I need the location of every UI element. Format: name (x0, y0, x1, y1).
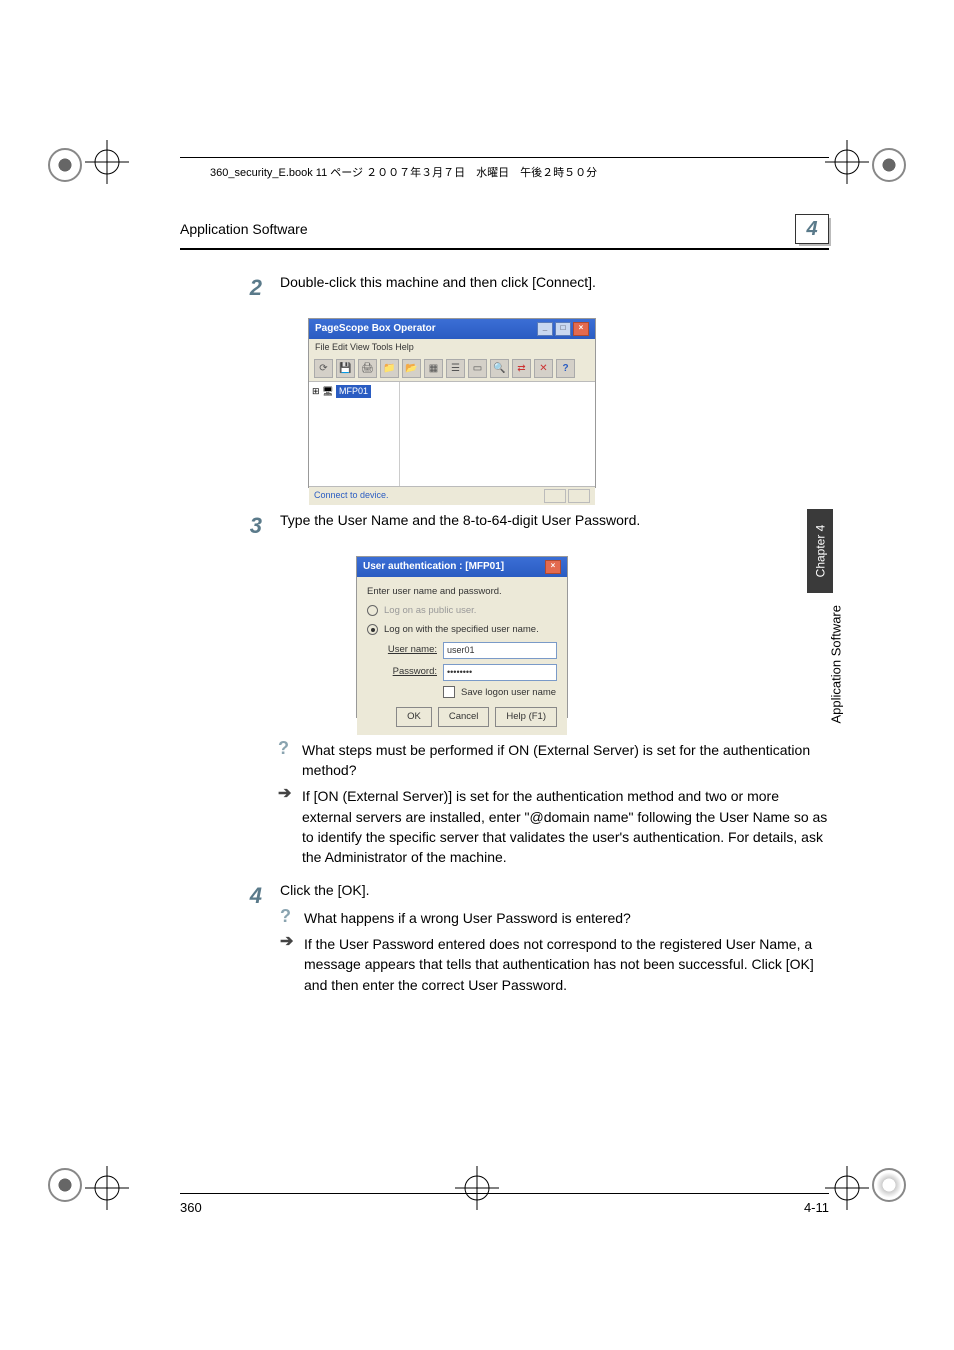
close-icon[interactable]: × (545, 560, 561, 574)
toolbar-icon[interactable]: 🖨 (358, 359, 377, 378)
ok-button[interactable]: OK (396, 707, 432, 727)
save-logon-checkbox[interactable] (443, 686, 455, 698)
password-input[interactable]: •••••••• (443, 664, 557, 681)
side-section-label: Application Software (829, 605, 844, 724)
arrow-icon: ➔ (280, 934, 296, 995)
window-controls: _ □ × (537, 322, 589, 336)
maximize-icon[interactable]: □ (555, 322, 571, 336)
toolbar-icon[interactable]: ⟳ (314, 359, 333, 378)
page-footer: 360 4-11 (180, 1193, 829, 1215)
registration-mark-icon (825, 1166, 869, 1210)
page-header: Application Software 4 (180, 214, 829, 250)
registration-mark-icon (825, 140, 869, 184)
footer-model: 360 (180, 1200, 202, 1215)
username-label: User name: (381, 643, 437, 657)
registration-mark-icon (85, 1166, 129, 1210)
minimize-icon[interactable]: _ (537, 322, 553, 336)
section-title: Application Software (180, 221, 308, 237)
password-label: Password: (381, 665, 437, 679)
page-content: 360_security_E.book 11 ページ ２００７年３月７日 水曜日… (180, 137, 829, 1215)
dialog-body: Enter user name and password. Log on as … (357, 577, 567, 735)
window-menubar[interactable]: File Edit View Tools Help (309, 339, 595, 356)
screenshot-auth-dialog: User authentication : [MFP01] × Enter us… (356, 556, 568, 718)
close-icon[interactable]: × (573, 322, 589, 336)
side-chapter-tab: Chapter 4 (807, 509, 833, 593)
dialog-titlebar: User authentication : [MFP01] × (357, 557, 567, 578)
dialog-title: User authentication : [MFP01] (363, 560, 504, 575)
radio-public-user: Log on as public user. (367, 604, 557, 618)
answer-text: If the User Password entered does not co… (304, 934, 829, 995)
print-mark-dot (872, 1168, 906, 1202)
step-number: 3 (244, 510, 262, 542)
step-number: 2 (244, 272, 262, 304)
print-mark-dot (48, 1168, 82, 1202)
step-2: 2 Double-click this machine and then cli… (244, 272, 829, 304)
question-text: What steps must be performed if ON (Exte… (302, 740, 829, 781)
question-text: What happens if a wrong User Password is… (304, 908, 631, 928)
window-body: ⊞ 🖥 MFP01 (309, 382, 595, 486)
main-content: 2 Double-click this machine and then cli… (180, 272, 829, 1001)
step-4: 4 Click the [OK]. ? What happens if a wr… (244, 880, 829, 1001)
toolbar-icon[interactable]: ▦ (424, 359, 443, 378)
step-text: Click the [OK]. (280, 880, 829, 900)
qa-block-2: ? What happens if a wrong User Password … (280, 908, 829, 995)
tree-node-selected[interactable]: MFP01 (336, 385, 371, 398)
dialog-intro: Enter user name and password. (367, 585, 557, 599)
window-titlebar: PageScope Box Operator _ □ × (309, 319, 595, 340)
registration-mark-icon (85, 140, 129, 184)
toolbar-icon[interactable]: 📁 (380, 359, 399, 378)
radio-icon[interactable] (367, 624, 378, 635)
toolbar-icon[interactable]: ✕ (534, 359, 553, 378)
status-text: Connect to device. (314, 489, 389, 503)
toolbar-icon[interactable]: 🔍 (490, 359, 509, 378)
help-icon[interactable]: ? (556, 359, 575, 378)
window-title: PageScope Box Operator (315, 322, 436, 337)
window-statusbar: Connect to device. (309, 486, 595, 505)
window-toolbar: ⟳ 💾 🖨 📁 📂 ▦ ☰ ▭ 🔍 ⇄ ✕ ? (309, 356, 595, 382)
qa-block-1: ? What steps must be performed if ON (Ex… (278, 740, 829, 868)
screenshot-box-operator: PageScope Box Operator _ □ × File Edit V… (308, 318, 596, 488)
toolbar-icon[interactable]: 📂 (402, 359, 421, 378)
toolbar-icon[interactable]: 💾 (336, 359, 355, 378)
toolbar-icon[interactable]: ⇄ (512, 359, 531, 378)
step-text: Double-click this machine and then click… (280, 272, 829, 304)
answer-text: If [ON (External Server)] is set for the… (302, 786, 829, 867)
save-logon-label: Save logon user name (461, 686, 556, 700)
help-button[interactable]: Help (F1) (495, 707, 557, 727)
toolbar-icon[interactable]: ☰ (446, 359, 465, 378)
arrow-icon: ➔ (278, 786, 294, 867)
chapter-number-box: 4 (795, 214, 829, 244)
question-icon: ? (280, 908, 296, 928)
cancel-button[interactable]: Cancel (438, 707, 490, 727)
print-mark-dot (48, 148, 82, 182)
radio-icon (367, 605, 378, 616)
step-3: 3 Type the User Name and the 8-to-64-dig… (244, 510, 829, 542)
step-number: 4 (244, 880, 262, 1001)
footer-page-number: 4-11 (804, 1200, 829, 1215)
print-mark-dot (872, 148, 906, 182)
radio-specified-user[interactable]: Log on with the specified user name. (367, 623, 557, 637)
step-text: Type the User Name and the 8-to-64-digit… (280, 510, 829, 542)
username-input[interactable]: user01 (443, 642, 557, 659)
question-icon: ? (278, 740, 294, 781)
device-tree[interactable]: ⊞ 🖥 MFP01 (309, 382, 400, 486)
file-path-header: 360_security_E.book 11 ページ ２００７年３月７日 水曜日… (180, 158, 829, 184)
toolbar-icon[interactable]: ▭ (468, 359, 487, 378)
